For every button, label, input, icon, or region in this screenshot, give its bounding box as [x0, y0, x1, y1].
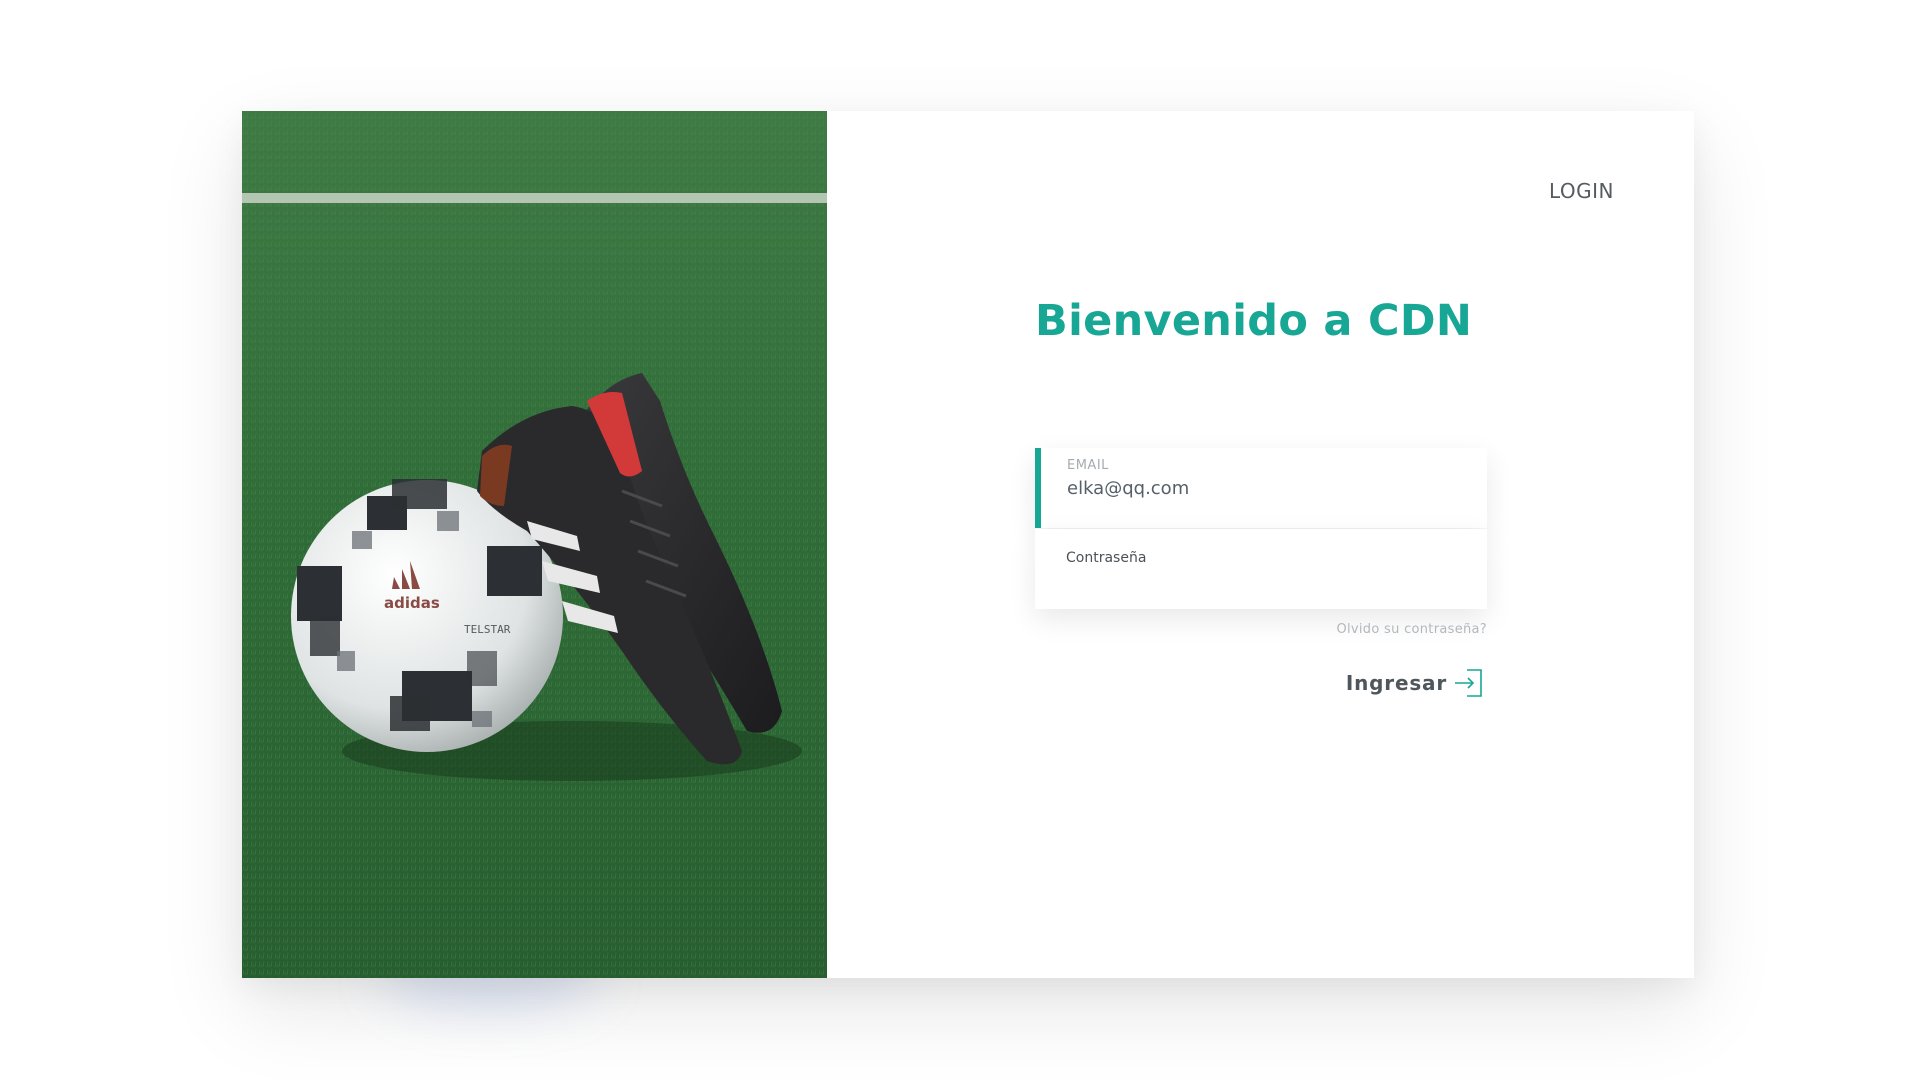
forgot-password-link[interactable]: Olvido su contraseña?	[1035, 622, 1487, 637]
login-nav-link[interactable]: LOGIN	[1549, 179, 1614, 203]
ball-model-text: TELSTAR	[464, 623, 511, 636]
form-panel: LOGIN Bienvenido a CDN EMAIL Contraseña …	[827, 111, 1694, 978]
password-field[interactable]: Contraseña	[1035, 529, 1487, 609]
ball-brand-text: adidas	[384, 594, 440, 612]
hero-photo: adidas TELSTAR	[242, 111, 827, 978]
submit-button[interactable]: Ingresar	[1346, 667, 1485, 699]
login-card: adidas TELSTAR LOGIN Bienvenido a CDN EM…	[242, 111, 1694, 978]
email-label: EMAIL	[1067, 458, 1109, 473]
email-input[interactable]	[1067, 478, 1467, 499]
password-label: Contraseña	[1066, 550, 1147, 566]
page: adidas TELSTAR LOGIN Bienvenido a CDN EM…	[0, 0, 1920, 1080]
football-photo-illustration: adidas TELSTAR	[242, 111, 827, 978]
login-arrow-icon	[1453, 667, 1485, 699]
password-input[interactable]	[1066, 573, 1466, 591]
page-title: Bienvenido a CDN	[1035, 296, 1473, 346]
submit-label: Ingresar	[1345, 671, 1447, 695]
email-field[interactable]: EMAIL	[1035, 448, 1487, 528]
